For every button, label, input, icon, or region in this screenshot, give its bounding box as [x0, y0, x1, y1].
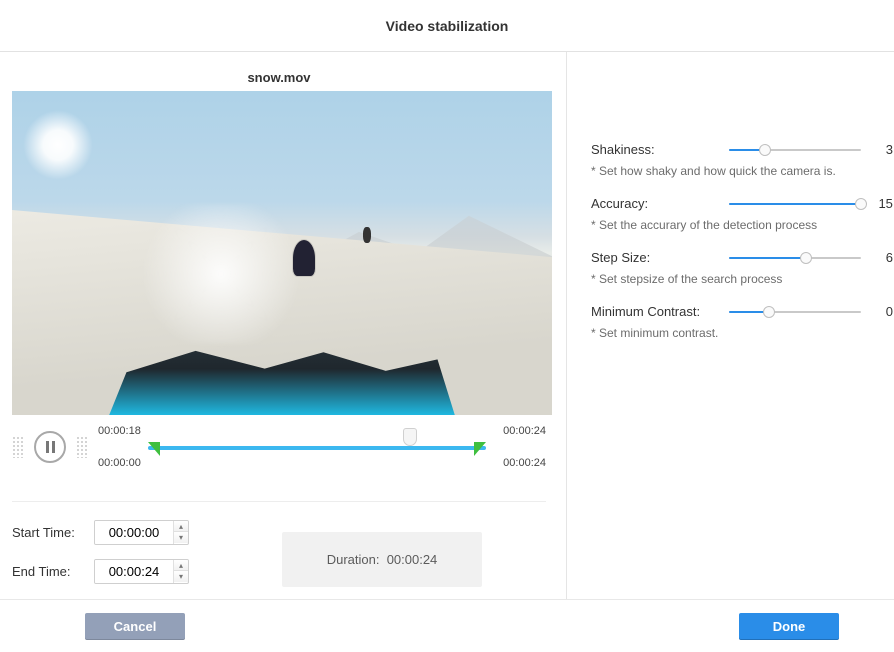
video-preview [12, 91, 552, 415]
duration-label: Duration: [327, 552, 380, 567]
mincontrast-label: Minimum Contrast: [591, 304, 719, 319]
start-time-down[interactable]: ▾ [174, 532, 188, 543]
accuracy-hint: * Set the accurary of the detection proc… [591, 218, 894, 232]
drag-handle-right[interactable] [76, 436, 88, 458]
start-time-stepper[interactable]: ▴ ▾ [94, 520, 189, 545]
cancel-button[interactable]: Cancel [85, 613, 185, 640]
start-time-label: Start Time: [12, 525, 94, 540]
range-end-time: 00:00:24 [503, 457, 546, 469]
end-time-down[interactable]: ▾ [174, 571, 188, 582]
end-time-input[interactable] [95, 560, 173, 583]
range-slider[interactable]: 00:00:18 00:00:24 00:00:00 00:00:24 [98, 425, 546, 469]
shakiness-label: Shakiness: [591, 142, 719, 157]
stepsize-slider[interactable] [729, 251, 861, 265]
playhead-end-time: 00:00:24 [503, 425, 546, 437]
mincontrast-hint: * Set minimum contrast. [591, 326, 894, 340]
start-time-up[interactable]: ▴ [174, 521, 188, 532]
end-time-label: End Time: [12, 564, 94, 579]
pause-icon [46, 441, 49, 453]
range-start-time: 00:00:00 [98, 457, 141, 469]
pause-button[interactable] [34, 431, 66, 463]
dialog-title: Video stabilization [0, 0, 894, 52]
playhead-start-time: 00:00:18 [98, 425, 141, 437]
shakiness-hint: * Set how shaky and how quick the camera… [591, 164, 894, 178]
duration-display: Duration: 00:00:24 [282, 532, 482, 587]
stepsize-value: 6.00 [871, 250, 894, 265]
shakiness-slider[interactable] [729, 143, 861, 157]
playhead-thumb[interactable] [403, 428, 417, 446]
duration-value: 00:00:24 [387, 552, 438, 567]
start-time-input[interactable] [95, 521, 173, 544]
done-button[interactable]: Done [739, 613, 839, 640]
drag-handle-left[interactable] [12, 436, 24, 458]
end-time-up[interactable]: ▴ [174, 560, 188, 571]
accuracy-label: Accuracy: [591, 196, 719, 211]
stepsize-hint: * Set stepsize of the search process [591, 272, 894, 286]
stepsize-label: Step Size: [591, 250, 719, 265]
accuracy-slider[interactable] [729, 197, 861, 211]
mincontrast-slider[interactable] [729, 305, 861, 319]
end-time-stepper[interactable]: ▴ ▾ [94, 559, 189, 584]
video-filename: snow.mov [12, 70, 546, 85]
mincontrast-value: 0.30 [871, 304, 894, 319]
accuracy-value: 15.00 [871, 196, 894, 211]
shakiness-value: 3.30 [871, 142, 894, 157]
